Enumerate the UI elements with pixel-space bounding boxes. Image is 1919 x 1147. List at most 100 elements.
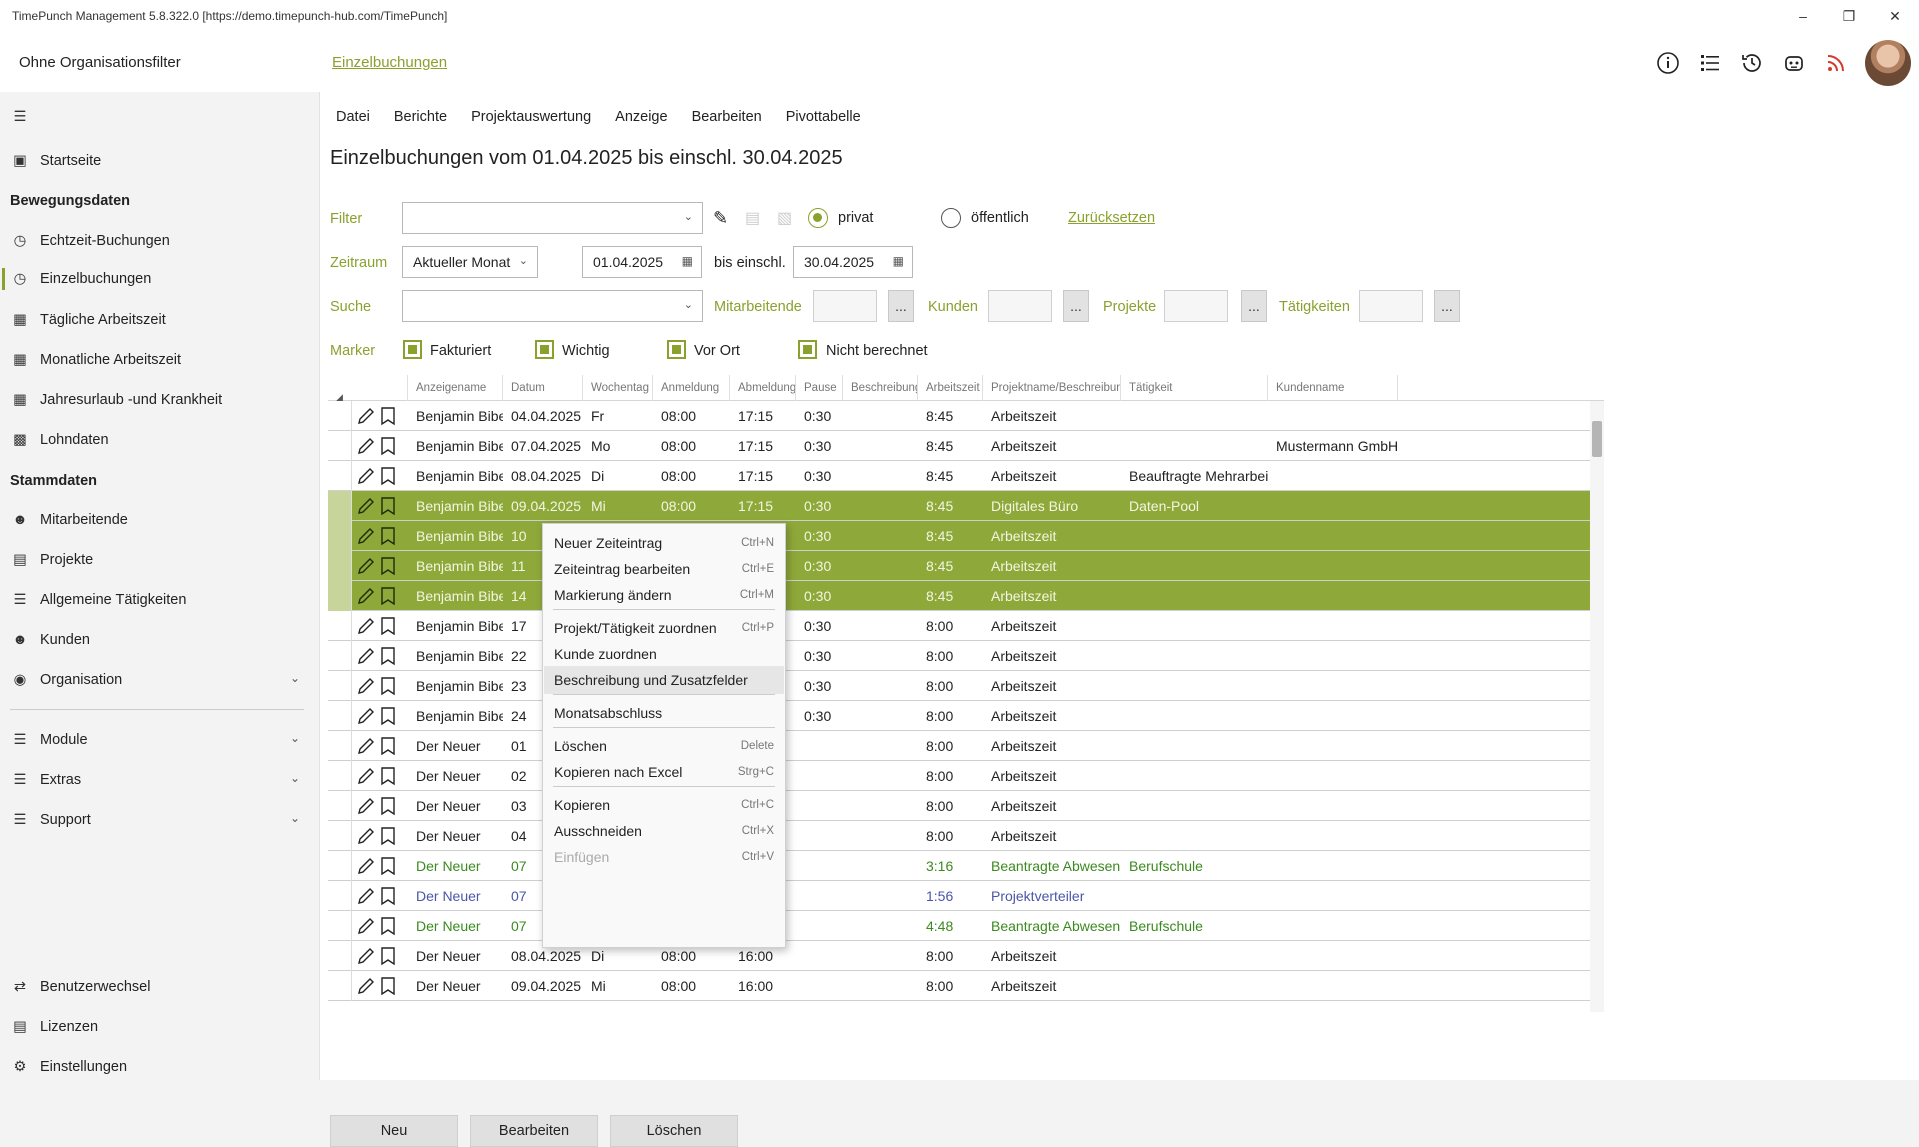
edit-pencil-icon[interactable]: [356, 736, 376, 756]
sidebar-item-module[interactable]: ☰ Module ⌄: [10, 725, 310, 755]
table-row[interactable]: Benjamin Biber1117:150:308:45Arbeitszeit: [328, 551, 1590, 581]
sidebar-item-einzelbuchungen[interactable]: ◷ Einzelbuchungen: [10, 264, 310, 294]
edit-pencil-icon[interactable]: [356, 796, 376, 816]
restore-button[interactable]: ❐: [1826, 0, 1872, 32]
column-header[interactable]: Arbeitszeit: [918, 375, 983, 401]
context-menu-item[interactable]: Kopieren Ctrl+C: [544, 791, 784, 819]
edit-pencil-icon[interactable]: [356, 616, 376, 636]
sidebar-item-projekte[interactable]: ▤ Projekte: [10, 545, 310, 575]
sidebar-item-kunden[interactable]: ☻ Kunden: [10, 625, 310, 655]
table-row[interactable]: Der Neuer 08.04.2025 Di 08:00 16:00 8:00 Arbei…: [328, 941, 1590, 971]
table-row[interactable]: Der Neuer 09.04.2025 Mi 08:00 16:00 8:00 Arbei…: [328, 971, 1590, 1001]
bookmark-icon[interactable]: [380, 556, 396, 576]
edit-pencil-icon[interactable]: [356, 646, 376, 666]
row-selector[interactable]: [328, 881, 352, 911]
column-header[interactable]: Wochentag: [583, 375, 653, 401]
bookmark-icon[interactable]: [380, 886, 396, 906]
calendar-icon[interactable]: ▦: [682, 254, 693, 268]
row-selector[interactable]: [328, 761, 352, 791]
context-menu-item[interactable]: Projekt/Tätigkeit zuordnen Ctrl+P: [544, 614, 784, 642]
taetigkeiten-field[interactable]: [1359, 290, 1423, 322]
column-header[interactable]: Anmeldung: [653, 375, 730, 401]
row-selector[interactable]: [328, 791, 352, 821]
edit-pencil-icon[interactable]: [356, 946, 376, 966]
sidebar-item-organisation[interactable]: ◉ Organisation ⌄: [10, 665, 310, 695]
column-header[interactable]: Abmeldung: [730, 375, 796, 401]
sidebar-item-support[interactable]: ☰ Support ⌄: [10, 805, 310, 835]
sidebar-item-lizenzen[interactable]: ▤ Lizenzen: [10, 1012, 310, 1042]
row-selector[interactable]: [328, 971, 352, 1001]
kunden-picker-button[interactable]: ...: [1063, 290, 1089, 322]
mitarbeitende-picker-button[interactable]: ...: [888, 290, 914, 322]
menu-anzeige[interactable]: Anzeige: [615, 109, 667, 125]
scrollbar-thumb[interactable]: [1592, 421, 1602, 457]
bookmark-icon[interactable]: [380, 676, 396, 696]
radio-privat[interactable]: [808, 208, 828, 228]
row-selector[interactable]: [328, 941, 352, 971]
row-selector[interactable]: [328, 851, 352, 881]
avatar[interactable]: [1865, 40, 1911, 86]
kunden-field[interactable]: [988, 290, 1052, 322]
bookmark-icon[interactable]: [380, 796, 396, 816]
table-row[interactable]: Benjamin Biber1716:300:308:00Arbeitszeit: [328, 611, 1590, 641]
sidebar-item-jahresurlaub[interactable]: ▦ Jahresurlaub -und Krankheit: [10, 385, 310, 415]
table-row[interactable]: Der Neuer0711:163:16Beantragte Abwesenhe…: [328, 851, 1590, 881]
date-to-field[interactable]: 30.04.2025 ▦: [793, 246, 913, 278]
sidebar-item-taetigkeiten[interactable]: ☰ Allgemeine Tätigkeiten: [10, 585, 310, 615]
bookmark-icon[interactable]: [380, 706, 396, 726]
edit-pencil-icon[interactable]: [356, 976, 376, 996]
edit-pencil-icon[interactable]: [356, 856, 376, 876]
breadcrumb[interactable]: Einzelbuchungen: [332, 54, 447, 71]
radio-oeffentlich[interactable]: [941, 208, 961, 228]
table-row[interactable]: Der Neuer0316:008:00Arbeitszeit: [328, 791, 1590, 821]
mitarbeitende-field[interactable]: [813, 290, 877, 322]
menu-projektauswertung[interactable]: Projektauswertung: [471, 109, 591, 125]
rss-icon[interactable]: [1815, 42, 1857, 84]
org-filter[interactable]: Ohne Organisationsfilter: [19, 54, 181, 71]
history-icon[interactable]: [1731, 42, 1773, 84]
minimize-button[interactable]: –: [1780, 0, 1826, 32]
menu-pivottabelle[interactable]: Pivottabelle: [786, 109, 861, 125]
table-row[interactable]: Benjamin Biber 04.04.2025 Fr 08:00 17:15 0:30…: [328, 401, 1590, 431]
context-menu-item[interactable]: Beschreibung und Zusatzfelder: [544, 666, 784, 694]
row-selector[interactable]: [328, 521, 352, 551]
table-row[interactable]: Benjamin Biber 08.04.2025 Di 08:00 17:15 0:30…: [328, 461, 1590, 491]
sidebar-item-benutzerwechsel[interactable]: ⇄ Benutzerwechsel: [10, 972, 310, 1002]
bookmark-icon[interactable]: [380, 826, 396, 846]
row-selector[interactable]: [328, 551, 352, 581]
bookmark-icon[interactable]: [380, 646, 396, 666]
marker-fakturiert-checkbox[interactable]: [403, 340, 422, 359]
hamburger-menu[interactable]: ☰: [10, 102, 310, 132]
bookmark-icon[interactable]: [380, 976, 396, 996]
edit-pencil-icon[interactable]: [356, 886, 376, 906]
context-menu-item[interactable]: Einfügen Ctrl+V: [544, 843, 784, 871]
sidebar-item-mitarbeitende[interactable]: ☻ Mitarbeitende: [10, 505, 310, 535]
edit-pencil-icon[interactable]: [356, 916, 376, 936]
sidebar-item-monatliche[interactable]: ▦ Monatliche Arbeitszeit: [10, 345, 310, 375]
bookmark-icon[interactable]: [380, 496, 396, 516]
filter-dropdown[interactable]: ⌄: [402, 202, 703, 234]
bookmark-icon[interactable]: [380, 946, 396, 966]
edit-filter-icon[interactable]: ✎: [713, 208, 728, 229]
context-menu-item[interactable]: Neuer Zeiteintrag Ctrl+N: [544, 529, 784, 557]
table-row[interactable]: Benjamin Biber2316:300:308:00Arbeitszeit: [328, 671, 1590, 701]
edit-pencil-icon[interactable]: [356, 406, 376, 426]
delete-button[interactable]: Löschen: [610, 1115, 738, 1147]
robot-icon[interactable]: [1773, 42, 1815, 84]
row-selector[interactable]: [328, 461, 352, 491]
edit-pencil-icon[interactable]: [356, 586, 376, 606]
edit-pencil-icon[interactable]: [356, 526, 376, 546]
row-selector[interactable]: [328, 491, 352, 521]
bookmark-icon[interactable]: [380, 766, 396, 786]
bookmark-icon[interactable]: [380, 466, 396, 486]
info-icon[interactable]: [1647, 42, 1689, 84]
bookmark-icon[interactable]: [380, 616, 396, 636]
bookmark-icon[interactable]: [380, 856, 396, 876]
row-selector[interactable]: [328, 821, 352, 851]
table-row[interactable]: Benjamin Biber 09.04.2025 Mi 08:00 17:15 0:30…: [328, 491, 1590, 521]
sidebar-item-startseite[interactable]: ▣ Startseite: [10, 146, 310, 176]
column-header[interactable]: Beschreibung: [843, 375, 918, 401]
table-row[interactable]: Der Neuer0116:008:00Arbeitszeit: [328, 731, 1590, 761]
taetigkeiten-picker-button[interactable]: ...: [1434, 290, 1460, 322]
marker-nichtberechnet-checkbox[interactable]: [798, 340, 817, 359]
